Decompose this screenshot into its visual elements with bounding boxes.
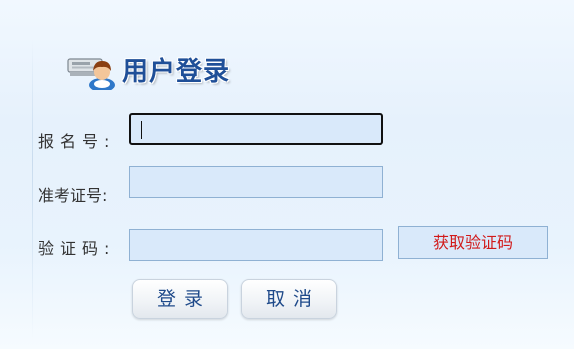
exam-no-input[interactable] (129, 113, 383, 145)
page-title: 用户登录 (122, 57, 231, 87)
exam-no-label: 报名号: (38, 132, 116, 151)
captcha-label: 验证码: (38, 239, 116, 258)
id-no-label: 准考证号: (38, 186, 108, 205)
id-no-input[interactable] (129, 166, 383, 198)
panel-edge (32, 40, 33, 340)
get-captcha-button[interactable]: 获取验证码 (398, 226, 548, 259)
login-button[interactable]: 登录 (132, 279, 228, 319)
text-cursor (141, 121, 142, 139)
user-login-icon (67, 50, 117, 92)
captcha-input[interactable] (129, 229, 383, 261)
cancel-button[interactable]: 取消 (241, 279, 337, 319)
login-panel: 用户登录 报名号: 准考证号: 验证码: 获取验证码 登录 取消 (0, 0, 574, 349)
